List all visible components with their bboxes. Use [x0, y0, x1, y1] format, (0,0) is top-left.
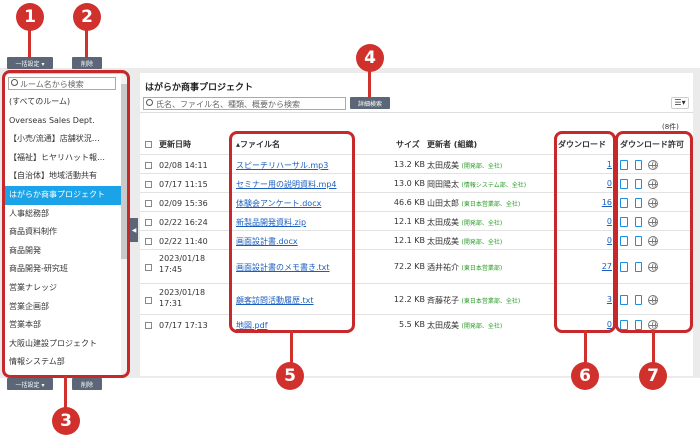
callout-badge: 1: [16, 3, 44, 31]
callout-badge: 5: [276, 362, 304, 390]
highlight-downloads: [554, 131, 616, 333]
row-updater-org: (開発部、全社): [461, 219, 503, 227]
row-size: 12.1 KB: [393, 216, 425, 226]
row-updater-name: 山田太郎: [427, 198, 459, 208]
row-date: 2023/01/18 17:31: [159, 288, 206, 308]
row-updater-name: 太田成美: [427, 320, 459, 330]
delete-button-bottom[interactable]: 削除: [72, 378, 102, 390]
row-size: 12.1 KB: [393, 235, 425, 245]
row-checkbox[interactable]: [145, 296, 152, 304]
highlight-permission: [615, 131, 693, 333]
collapse-sidebar-handle[interactable]: ◀: [130, 218, 138, 242]
callout-badge: 2: [73, 3, 101, 31]
delete-button[interactable]: 削除: [72, 57, 102, 69]
file-search-input[interactable]: 氏名、ファイル名、種類、概要から検索: [143, 97, 346, 110]
row-size: 13.2 KB: [393, 159, 425, 169]
row-size: 5.5 KB: [399, 319, 425, 329]
row-date: 02/09 15:36: [159, 199, 208, 208]
highlight-file-name: [229, 131, 355, 333]
row-updater-org: (開発部、全社): [461, 162, 503, 170]
row-checkbox[interactable]: [145, 218, 152, 226]
row-updater-name: 酒井祐介: [427, 263, 459, 272]
row-updater-name: 斉藤花子: [427, 295, 459, 305]
select-all-checkbox[interactable]: [145, 141, 152, 148]
row-checkbox[interactable]: [145, 161, 152, 169]
highlight-room-list: [2, 70, 130, 378]
row-updater-org: (東日本営業部、全社): [461, 200, 521, 208]
row-date: 2023/01/18 17:45: [159, 254, 206, 274]
header-updater[interactable]: 更新者 (組織): [427, 139, 477, 150]
row-updater-org: (開発部、全社): [461, 322, 503, 330]
row-date: 02/08 14:11: [159, 161, 208, 170]
row-updater-name: 太田成美: [427, 217, 459, 227]
row-checkbox[interactable]: [145, 264, 152, 271]
detail-search-button[interactable]: 詳細検索: [350, 97, 390, 109]
row-size: 72.2 KB: [393, 262, 425, 271]
row-updater-org: (開発部、全社): [461, 238, 503, 246]
row-size: 46.6 KB: [393, 197, 425, 207]
divider: [140, 112, 693, 113]
row-size: 12.2 KB: [393, 294, 425, 304]
file-search-placeholder: 氏名、ファイル名、種類、概要から検索: [156, 100, 300, 109]
row-date: 07/17 17:13: [159, 321, 208, 330]
row-date: 02/22 16:24: [159, 218, 208, 227]
callout-badge: 7: [639, 362, 667, 390]
row-checkbox[interactable]: [145, 237, 152, 245]
callout-badge: 3: [52, 407, 80, 435]
header-size[interactable]: サイズ: [396, 139, 420, 150]
row-updater-name: 太田成美: [427, 160, 459, 170]
row-updater-name: 岡田陽太: [427, 179, 459, 189]
row-updater-org: (情報システム部、全社): [461, 181, 527, 189]
search-icon: [146, 99, 153, 106]
row-size: 13.0 KB: [393, 178, 425, 188]
row-checkbox[interactable]: [145, 199, 152, 207]
callout-badge: 6: [571, 362, 599, 390]
bulk-settings-button-bottom[interactable]: 一括設定 ▾: [7, 378, 53, 390]
page-title: はがらか商事プロジェクト: [145, 83, 254, 93]
row-date: 02/22 11:40: [159, 237, 208, 246]
menu-icon[interactable]: ☰▾: [671, 97, 689, 109]
row-updater-name: 太田成美: [427, 236, 459, 246]
callout-badge: 4: [356, 44, 384, 72]
row-date: 07/17 11:15: [159, 180, 208, 189]
header-date[interactable]: 更新日時: [159, 139, 191, 150]
bulk-settings-button[interactable]: 一括設定 ▾: [7, 57, 53, 69]
row-updater-org: (東日本営業部): [461, 265, 503, 272]
row-checkbox[interactable]: [145, 180, 152, 188]
row-checkbox[interactable]: [145, 321, 152, 329]
row-updater-org: (東日本営業部、全社): [461, 297, 521, 305]
